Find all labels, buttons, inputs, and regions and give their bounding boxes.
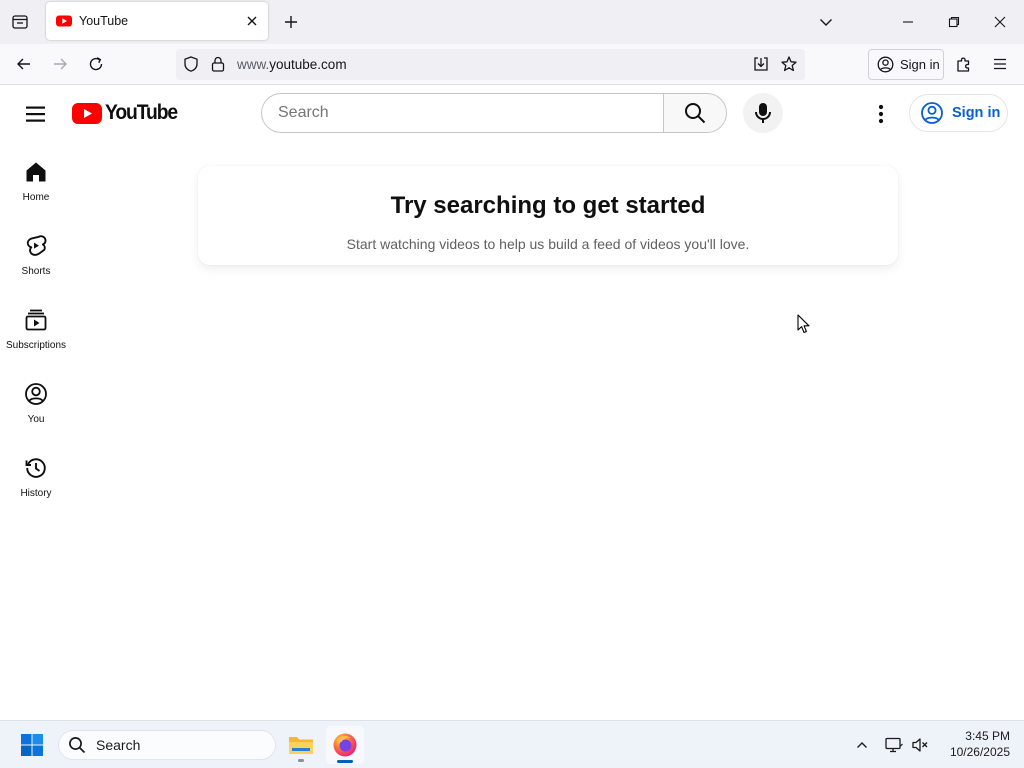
minimize-icon [903,21,913,23]
lock-icon[interactable] [210,55,226,73]
subscriptions-icon [25,309,47,331]
guide-item-label: You [27,414,45,425]
window-minimize-button[interactable] [890,6,926,38]
search-icon [69,737,86,754]
window-close-button[interactable] [982,6,1018,38]
nudge-subtitle: Start watching videos to help us build a… [346,236,750,252]
search-icon [685,103,706,124]
show-hidden-icons-button[interactable] [850,733,874,757]
bookmark-star-button[interactable] [778,53,800,75]
settings-more-button[interactable] [861,94,901,134]
windows-taskbar: Search 3:45 PM 10/26/2025 [0,720,1024,768]
new-tab-button[interactable] [278,8,304,36]
reload-icon [89,57,103,71]
guide-item-subscriptions[interactable]: Subscriptions [0,290,72,364]
taskbar-search-box[interactable]: Search [58,730,276,760]
guide-item-you[interactable]: You [0,364,72,438]
guide-item-label: History [20,488,52,499]
taskbar-search-label: Search [96,737,141,753]
firefox-account-signin-button[interactable]: Sign in [868,49,944,80]
running-indicator [298,759,304,762]
back-button[interactable] [10,50,38,78]
firefox-signin-label: Sign in [900,57,940,72]
tab-close-button[interactable] [240,9,264,33]
shorts-icon [26,235,47,256]
taskbar-file-explorer[interactable] [282,727,320,763]
search-input[interactable] [261,93,664,133]
active-app-indicator [337,760,353,763]
firefox-logo-icon [333,733,357,757]
browser-tab-youtube[interactable]: YouTube [46,2,268,40]
url-prefix: www. [237,57,270,72]
clock-time: 3:45 PM [965,729,1010,743]
microphone-icon [755,103,771,123]
guide-item-history[interactable]: History [0,438,72,512]
arrow-right-icon [54,58,67,70]
more-vertical-icon [878,104,884,124]
puzzle-piece-icon [957,57,970,72]
voice-search-button[interactable] [743,93,783,133]
youtube-wordmark: YouTube [105,101,178,124]
window-restore-button[interactable] [936,6,972,38]
close-icon [247,16,257,26]
application-menu-button[interactable] [986,50,1014,78]
address-bar[interactable]: www.youtube.com [176,49,805,80]
url-text[interactable]: www.youtube.com [237,57,347,72]
firefox-view-icon [12,15,28,29]
save-page-icon [754,57,768,71]
tab-title: YouTube [79,14,129,28]
clock-date: 10/26/2025 [949,745,1010,759]
save-to-pocket-button[interactable] [750,53,772,75]
guide-item-label: Shorts [21,266,51,277]
guide-item-label: Subscriptions [5,340,67,351]
hamburger-menu-icon [26,106,45,122]
youtube-signin-label: Sign in [952,105,1001,121]
network-status-button[interactable] [882,733,906,757]
account-icon [877,56,894,73]
guide-menu-button[interactable] [16,94,56,134]
url-domain: youtube.com [269,57,347,72]
browser-navigation-toolbar: www.youtube.com Sign in [0,44,1024,85]
youtube-signin-button[interactable]: Sign in [909,94,1008,132]
taskbar-clock[interactable]: 3:45 PM 10/26/2025 [938,728,1010,760]
forward-button[interactable] [46,50,74,78]
hamburger-menu-icon [994,58,1006,70]
youtube-play-logo-icon [72,102,102,124]
taskbar-firefox[interactable] [326,726,364,764]
close-icon [994,16,1006,28]
home-icon [26,162,46,182]
folder-icon [289,737,313,754]
chevron-up-icon [857,742,867,748]
account-circle-icon [921,102,943,124]
reload-button[interactable] [82,50,110,78]
firefox-view-button[interactable] [6,8,34,36]
plus-icon [285,16,297,28]
start-button[interactable] [12,727,52,763]
history-icon [25,458,46,478]
feed-nudge-card: Try searching to get started Start watch… [198,166,898,265]
arrow-left-icon [17,58,30,70]
star-icon [781,56,797,72]
tracking-protection-shield-icon[interactable] [182,55,200,73]
youtube-logo[interactable]: YouTube [72,101,183,124]
browser-tab-strip: YouTube [0,0,1024,44]
restore-icon [948,16,960,28]
you-icon [25,383,47,405]
windows-logo-icon [21,734,43,756]
extensions-button[interactable] [950,50,978,78]
volume-muted-icon [912,738,928,752]
volume-button[interactable] [908,733,932,757]
chevron-down-icon [820,19,832,26]
youtube-masthead: YouTube Sign in [0,86,1024,142]
nudge-title: Try searching to get started [390,192,706,219]
guide-item-label: Home [22,192,50,203]
list-all-tabs-button[interactable] [812,8,840,36]
guide-item-home[interactable]: Home [0,142,72,216]
network-icon [885,737,903,753]
guide-item-shorts[interactable]: Shorts [0,216,72,290]
search-button[interactable] [663,93,727,133]
mouse-cursor-icon [797,314,810,334]
youtube-favicon-icon [56,15,72,27]
